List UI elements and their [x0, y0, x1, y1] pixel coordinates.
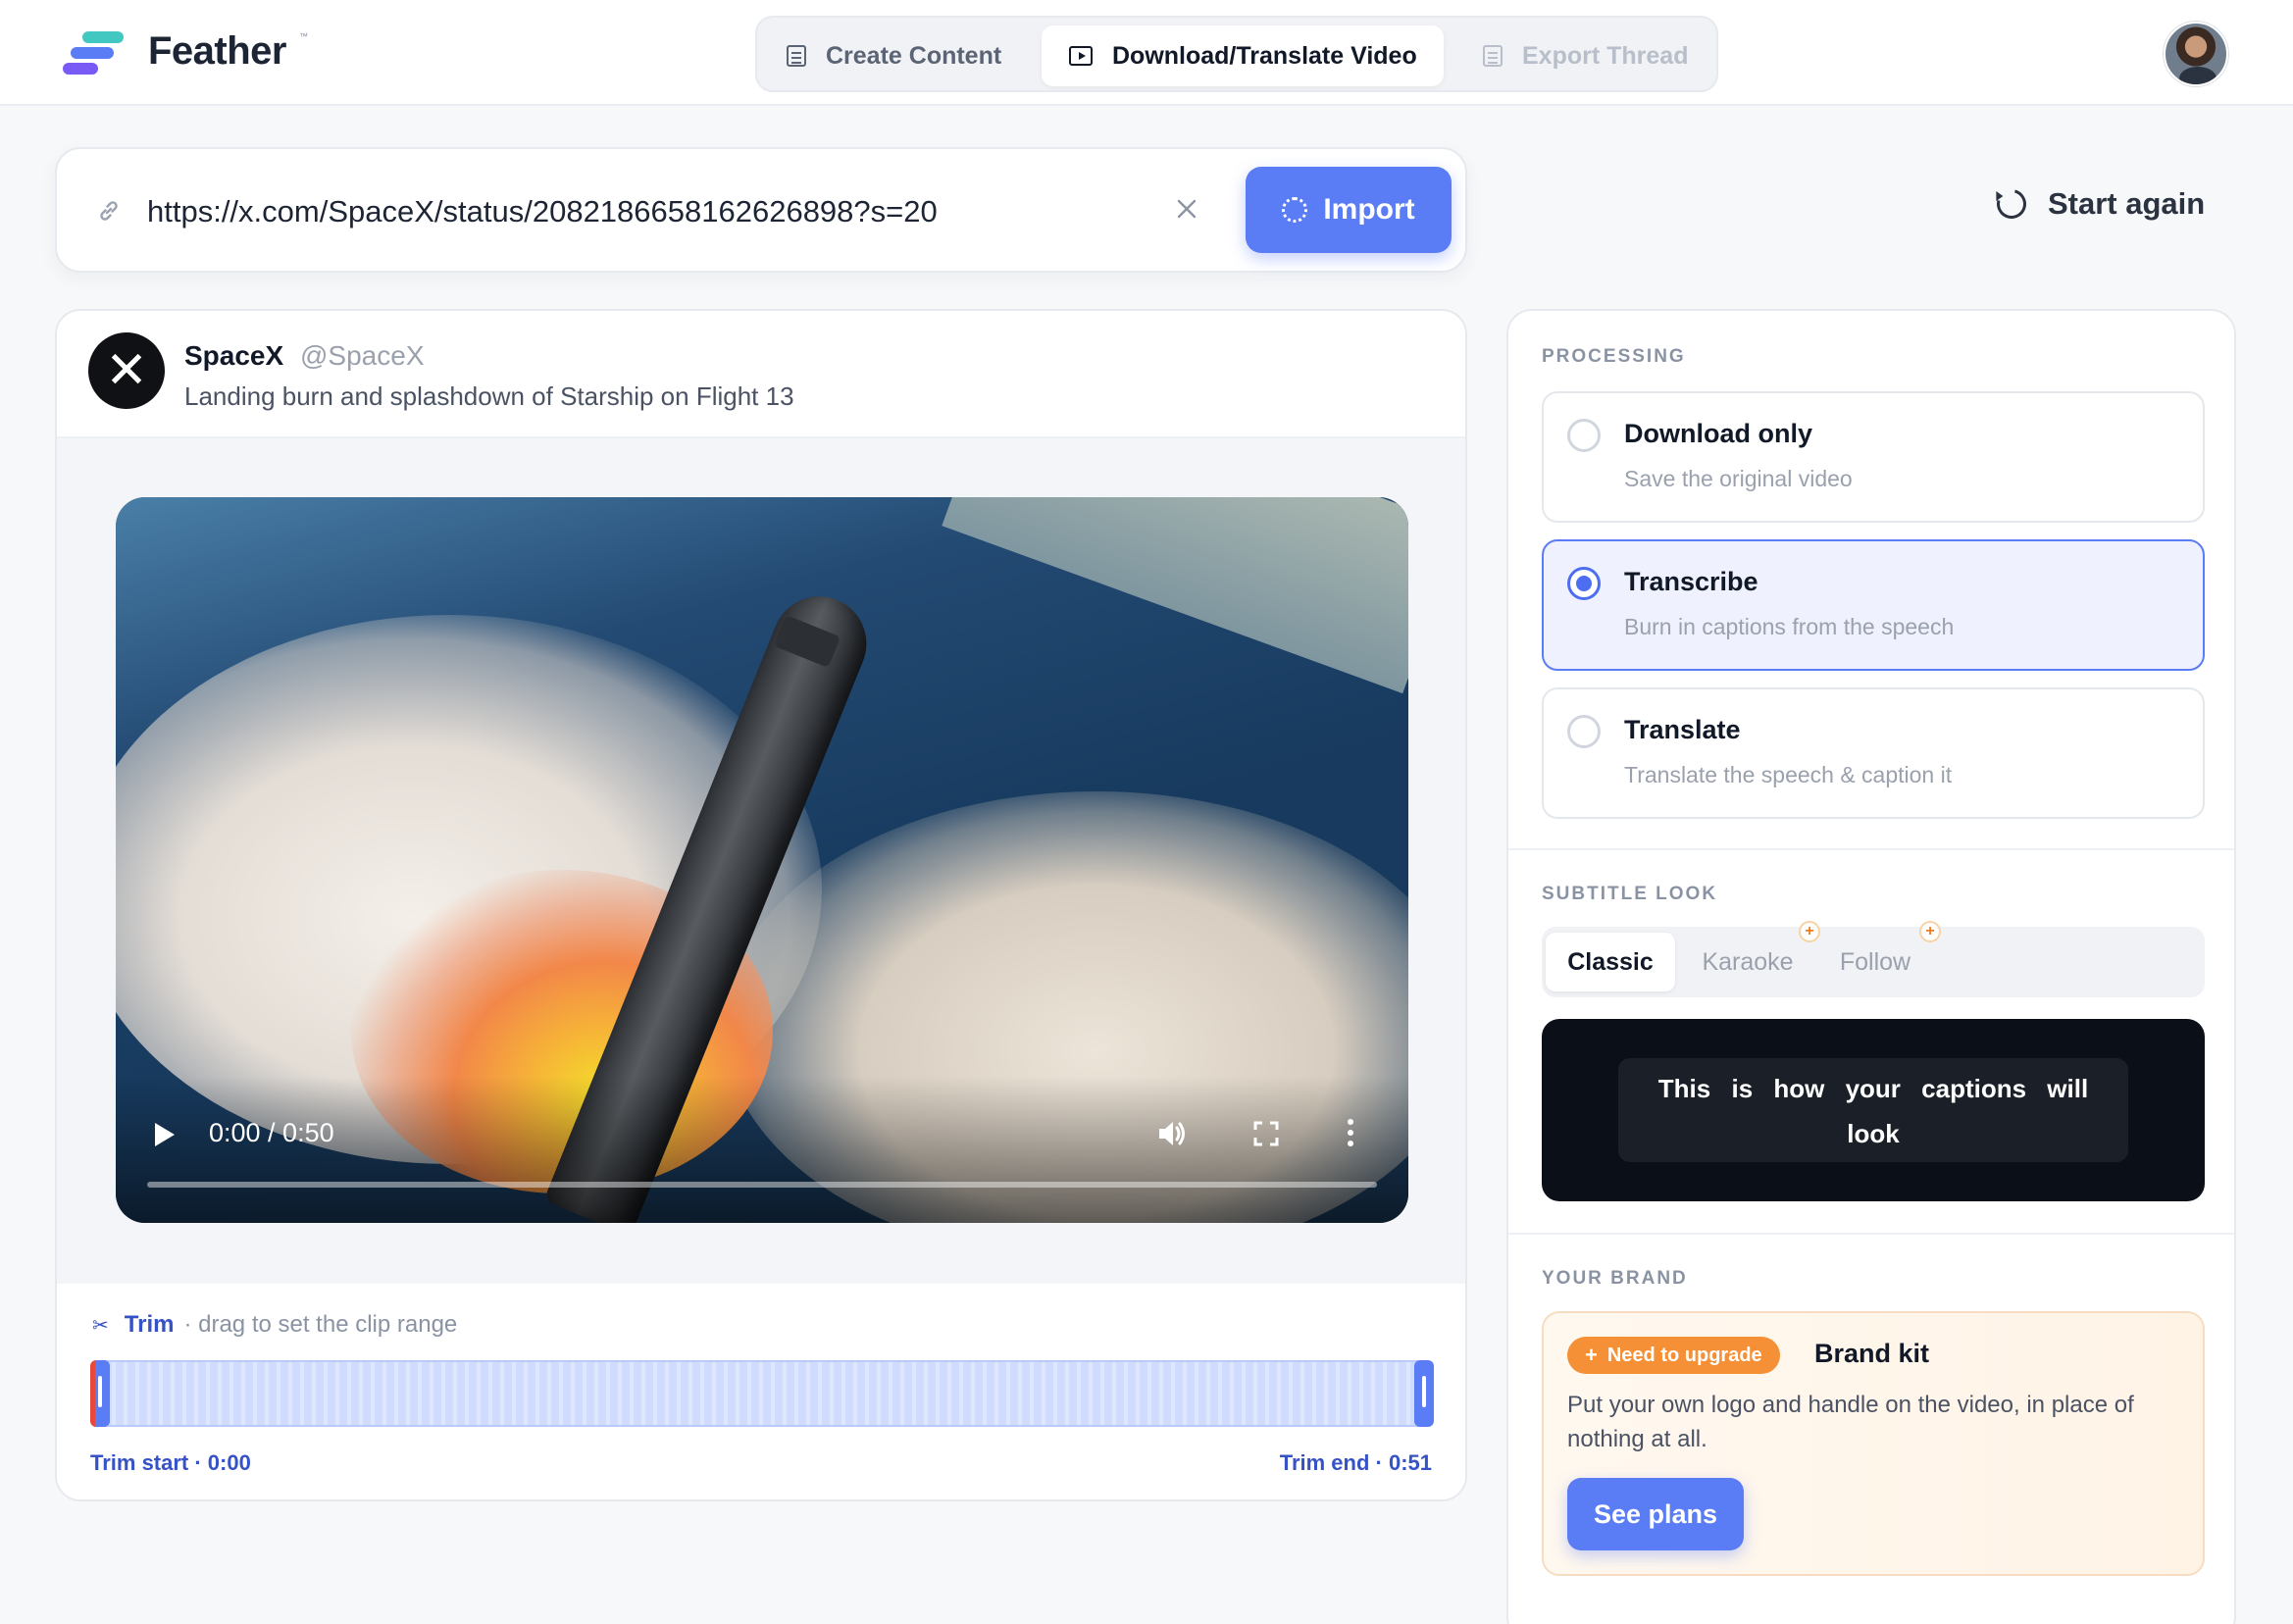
option-title: Download only [1624, 419, 1812, 448]
option-download-only[interactable]: Download only Save the original video [1542, 391, 2205, 523]
user-avatar[interactable] [2164, 22, 2228, 86]
url-import-bar: Import [55, 147, 1467, 273]
trademark-mark: ™ [299, 31, 308, 41]
radio-button[interactable] [1567, 567, 1601, 600]
upgrade-badge: + Need to upgrade [1567, 1337, 1780, 1374]
volume-icon[interactable] [1155, 1117, 1189, 1150]
brand-kit-description: Put your own logo and handle on the vide… [1567, 1392, 2134, 1452]
document-icon [787, 45, 806, 67]
refresh-icon [1991, 183, 2032, 225]
trim-title: Trim [124, 1311, 175, 1338]
feather-logo-icon[interactable] [61, 29, 129, 78]
fullscreen-icon[interactable] [1253, 1121, 1279, 1146]
trim-range-slider[interactable] [90, 1360, 1434, 1427]
option-subtitle: Save the original video [1624, 466, 1853, 491]
author-name: SpaceX [184, 340, 284, 371]
option-translate[interactable]: Translate Translate the speech & caption… [1542, 687, 2205, 819]
start-again-button[interactable]: Start again [1991, 183, 2206, 225]
trim-start-handle[interactable] [90, 1360, 110, 1427]
option-title: Transcribe [1624, 567, 1758, 596]
tab-classic[interactable]: Classic [1546, 933, 1675, 991]
radio-button[interactable] [1567, 715, 1601, 748]
import-button[interactable]: Import [1246, 167, 1452, 253]
brand-name[interactable]: Feather [148, 29, 287, 74]
video-progress-bar[interactable] [147, 1182, 1377, 1188]
sparkle-icon: + [1585, 1343, 1598, 1367]
tab-create-content[interactable]: Create Content [787, 25, 1022, 86]
option-subtitle: Burn in captions from the speech [1624, 614, 1955, 639]
subtitle-style-tabs: Classic Karaoke Follow + + [1542, 921, 2205, 997]
link-icon [96, 198, 122, 224]
more-options-icon[interactable] [1348, 1119, 1355, 1148]
play-icon[interactable] [155, 1123, 175, 1146]
tab-label: Export Thread [1522, 41, 1689, 70]
main-nav: Create Content Download/Translate Video … [755, 16, 1718, 92]
option-transcribe[interactable]: Transcribe Burn in captions from the spe… [1542, 539, 2205, 671]
trim-start-label: Trim start · 0:00 [90, 1450, 251, 1475]
tab-download-translate-video[interactable]: Download/Translate Video [1042, 25, 1444, 86]
premium-sparkle-icon: + [1919, 921, 1941, 942]
trim-end-label: Trim end · 0:51 [1279, 1450, 1432, 1475]
video-player[interactable]: 0:00 / 0:50 [116, 497, 1408, 1223]
video-time: 0:00 / 0:50 [209, 1118, 334, 1147]
tweet-text: Landing burn and splashdown of Starship … [184, 381, 794, 411]
caption-preview: This is how your captions will look [1542, 1019, 2205, 1201]
upgrade-badge-label: Need to upgrade [1606, 1344, 1762, 1366]
video-controls [116, 1076, 1408, 1223]
option-subtitle: Translate the speech & caption it [1624, 762, 1953, 787]
premium-sparkle-icon: + [1799, 921, 1820, 942]
tab-karaoke[interactable]: Karaoke [1683, 933, 1812, 991]
tweet-header: ✕ SpaceX @SpaceX Landing burn and splash… [57, 311, 1465, 438]
url-input[interactable] [147, 184, 1206, 239]
trim-end-handle[interactable] [1414, 1360, 1434, 1427]
import-button-label: Import [1323, 193, 1415, 226]
start-again-label: Start again [2048, 186, 2206, 221]
tab-follow[interactable]: Follow [1816, 933, 1934, 991]
caption-preview-text: This is how your captions will look [1618, 1058, 2128, 1162]
trim-section: ✂ Trim · drag to set the clip range Trim… [57, 1284, 1465, 1499]
options-panel: PROCESSING Download only Save the origin… [1506, 309, 2236, 1624]
brand-section-title: YOUR BRAND [1542, 1268, 1688, 1289]
radio-button[interactable] [1567, 419, 1601, 452]
brand-kit-title: Brand kit [1814, 1339, 1930, 1368]
clear-url-icon[interactable] [1175, 190, 1198, 229]
subtitle-look-section-title: SUBTITLE LOOK [1542, 884, 1718, 904]
option-title: Translate [1624, 715, 1741, 744]
section-divider [1508, 1233, 2234, 1235]
brand-kit-card: + Need to upgrade Brand kit Put your own… [1542, 1311, 2205, 1576]
processing-section-title: PROCESSING [1542, 346, 1686, 367]
tab-export-thread: Export Thread [1483, 25, 1708, 86]
see-plans-button[interactable]: See plans [1567, 1478, 1744, 1550]
x-logo-icon: ✕ [88, 332, 165, 409]
tweet-card: ✕ SpaceX @SpaceX Landing burn and splash… [55, 309, 1467, 1501]
scissors-icon: ✂ [92, 1314, 109, 1337]
document-icon [1483, 45, 1503, 67]
video-icon [1069, 46, 1093, 66]
tab-label: Create Content [826, 41, 1002, 70]
author-handle: @SpaceX [300, 340, 425, 371]
top-bar: Feather ™ Create Content Download/Transl… [0, 0, 2293, 106]
tab-label: Download/Translate Video [1112, 41, 1417, 70]
trim-label: ✂ Trim · drag to set the clip range [92, 1311, 457, 1339]
trim-hint: · drag to set the clip range [183, 1311, 458, 1338]
spinner-icon [1282, 197, 1308, 223]
section-divider [1508, 848, 2234, 850]
video-area: 0:00 / 0:50 [57, 438, 1465, 1284]
